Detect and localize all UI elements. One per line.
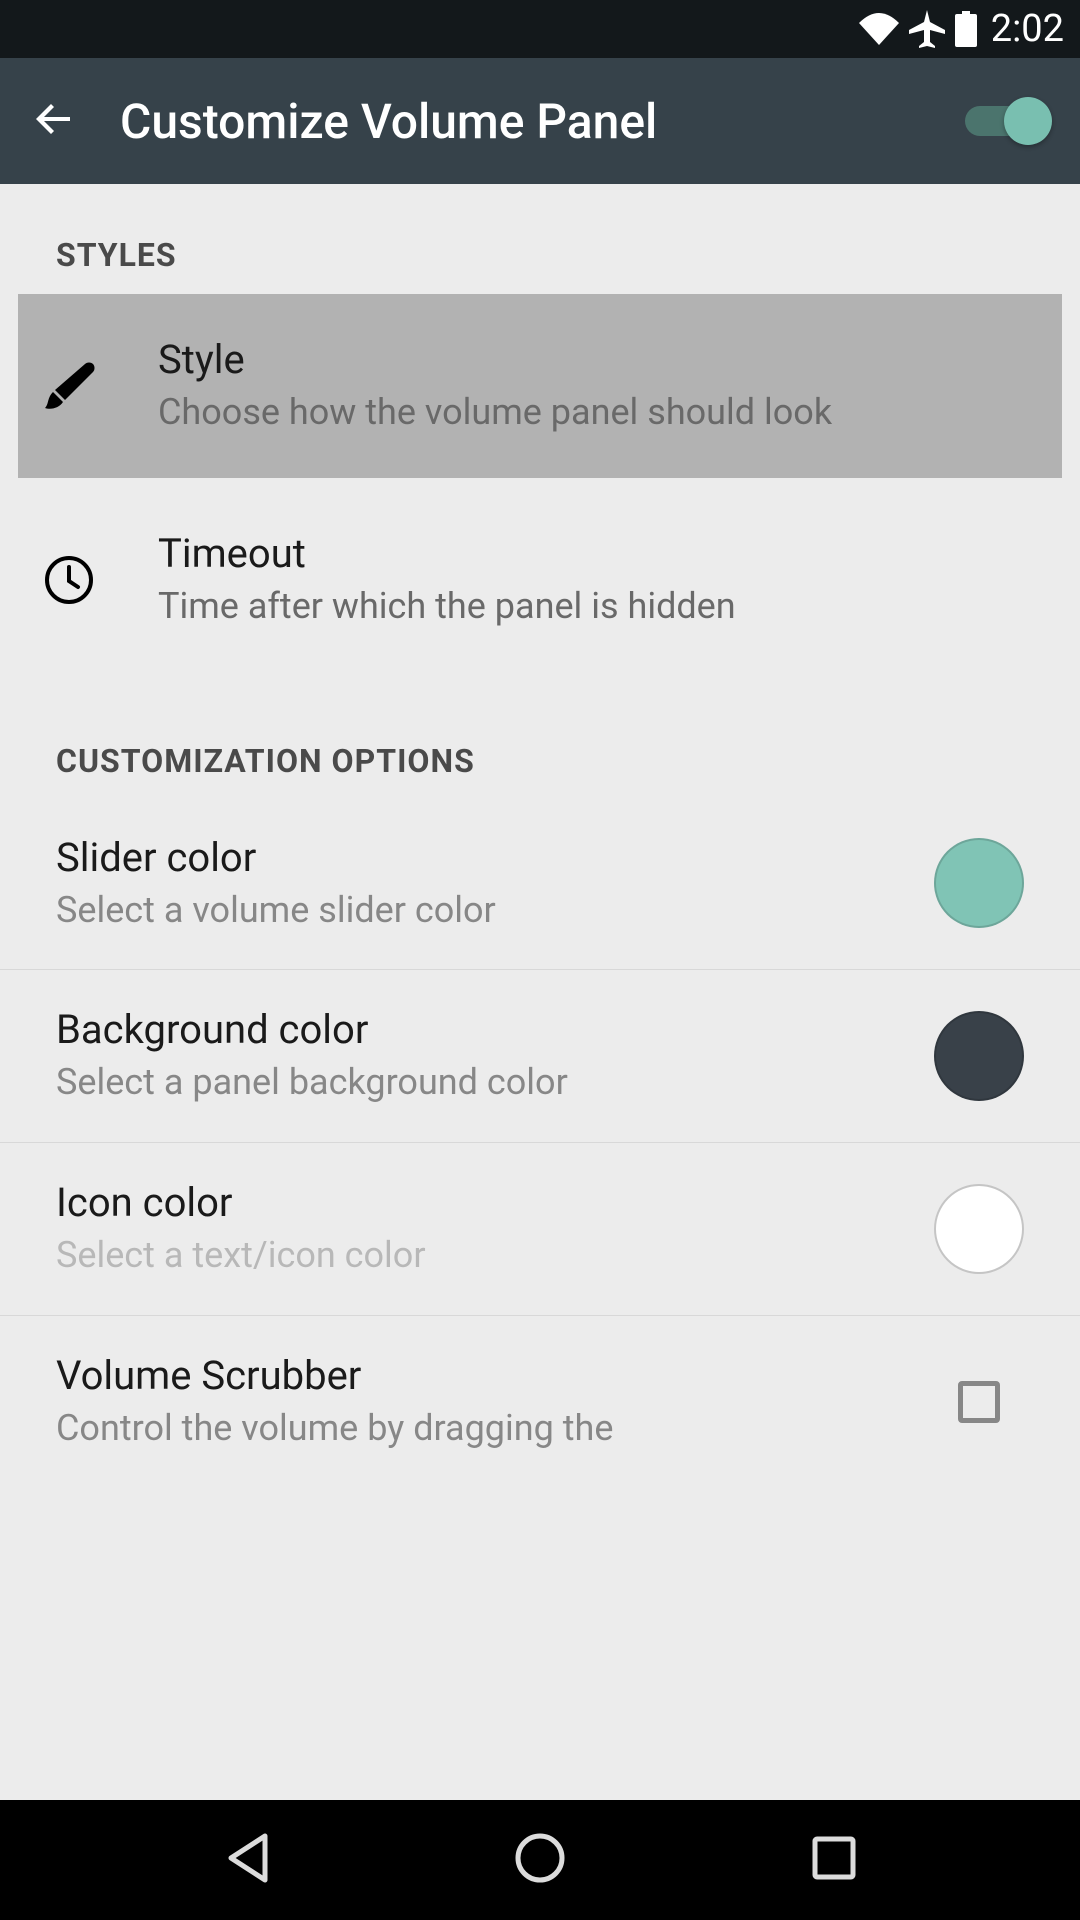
- style-title: Style: [158, 336, 1036, 383]
- page-title: Customize Volume Panel: [120, 93, 918, 150]
- volume-scrubber-row[interactable]: Volume Scrubber Control the volume by dr…: [0, 1316, 1080, 1488]
- slider-color-title: Slider color: [56, 834, 934, 881]
- battery-icon: [955, 11, 977, 47]
- style-text-block: Style Choose how the volume panel should…: [158, 336, 1036, 436]
- background-color-title: Background color: [56, 1006, 934, 1053]
- volume-scrubber-title: Volume Scrubber: [56, 1352, 958, 1399]
- airplane-icon: [909, 10, 945, 48]
- icon-color-row[interactable]: Icon color Select a text/icon color: [0, 1143, 1080, 1316]
- icon-color-swatch[interactable]: [934, 1184, 1024, 1274]
- icon-color-desc: Select a text/icon color: [56, 1232, 934, 1279]
- background-color-row[interactable]: Background color Select a panel backgrou…: [0, 970, 1080, 1143]
- slider-color-desc: Select a volume slider color: [56, 887, 934, 934]
- background-color-desc: Select a panel background color: [56, 1059, 934, 1106]
- clock-icon: [38, 555, 100, 605]
- back-arrow-icon[interactable]: [30, 95, 78, 147]
- volume-scrubber-checkbox[interactable]: [958, 1381, 1000, 1423]
- slider-color-text: Slider color Select a volume slider colo…: [56, 834, 934, 934]
- status-time: 2:02: [991, 7, 1064, 51]
- style-option-row[interactable]: Style Choose how the volume panel should…: [18, 294, 1062, 478]
- timeout-text-block: Timeout Time after which the panel is hi…: [158, 530, 1054, 630]
- nav-back-icon[interactable]: [223, 1832, 269, 1888]
- wifi-icon: [859, 13, 899, 45]
- slider-color-swatch[interactable]: [934, 838, 1024, 928]
- master-toggle[interactable]: [960, 97, 1050, 145]
- timeout-title: Timeout: [158, 530, 1054, 577]
- icon-color-title: Icon color: [56, 1179, 934, 1226]
- background-color-swatch[interactable]: [934, 1011, 1024, 1101]
- app-bar: Customize Volume Panel: [0, 58, 1080, 184]
- background-color-text: Background color Select a panel backgrou…: [56, 1006, 934, 1106]
- nav-recent-icon[interactable]: [811, 1835, 857, 1885]
- navigation-bar: [0, 1800, 1080, 1920]
- icon-color-text: Icon color Select a text/icon color: [56, 1179, 934, 1279]
- brush-icon: [38, 358, 100, 414]
- styles-section-header: STYLES: [0, 220, 1080, 294]
- volume-scrubber-text: Volume Scrubber Control the volume by dr…: [56, 1352, 958, 1452]
- customization-section-header: CUSTOMIZATION OPTIONS: [0, 682, 1080, 798]
- timeout-option-row[interactable]: Timeout Time after which the panel is hi…: [0, 478, 1080, 682]
- toggle-thumb: [1004, 97, 1052, 145]
- slider-color-row[interactable]: Slider color Select a volume slider colo…: [0, 798, 1080, 971]
- style-desc: Choose how the volume panel should look: [158, 389, 1036, 436]
- status-bar: 2:02: [0, 0, 1080, 58]
- timeout-desc: Time after which the panel is hidden: [158, 583, 1054, 630]
- content-area: STYLES Style Choose how the volume panel…: [0, 184, 1080, 1488]
- volume-scrubber-desc: Control the volume by dragging the: [56, 1405, 958, 1452]
- nav-home-icon[interactable]: [514, 1832, 566, 1888]
